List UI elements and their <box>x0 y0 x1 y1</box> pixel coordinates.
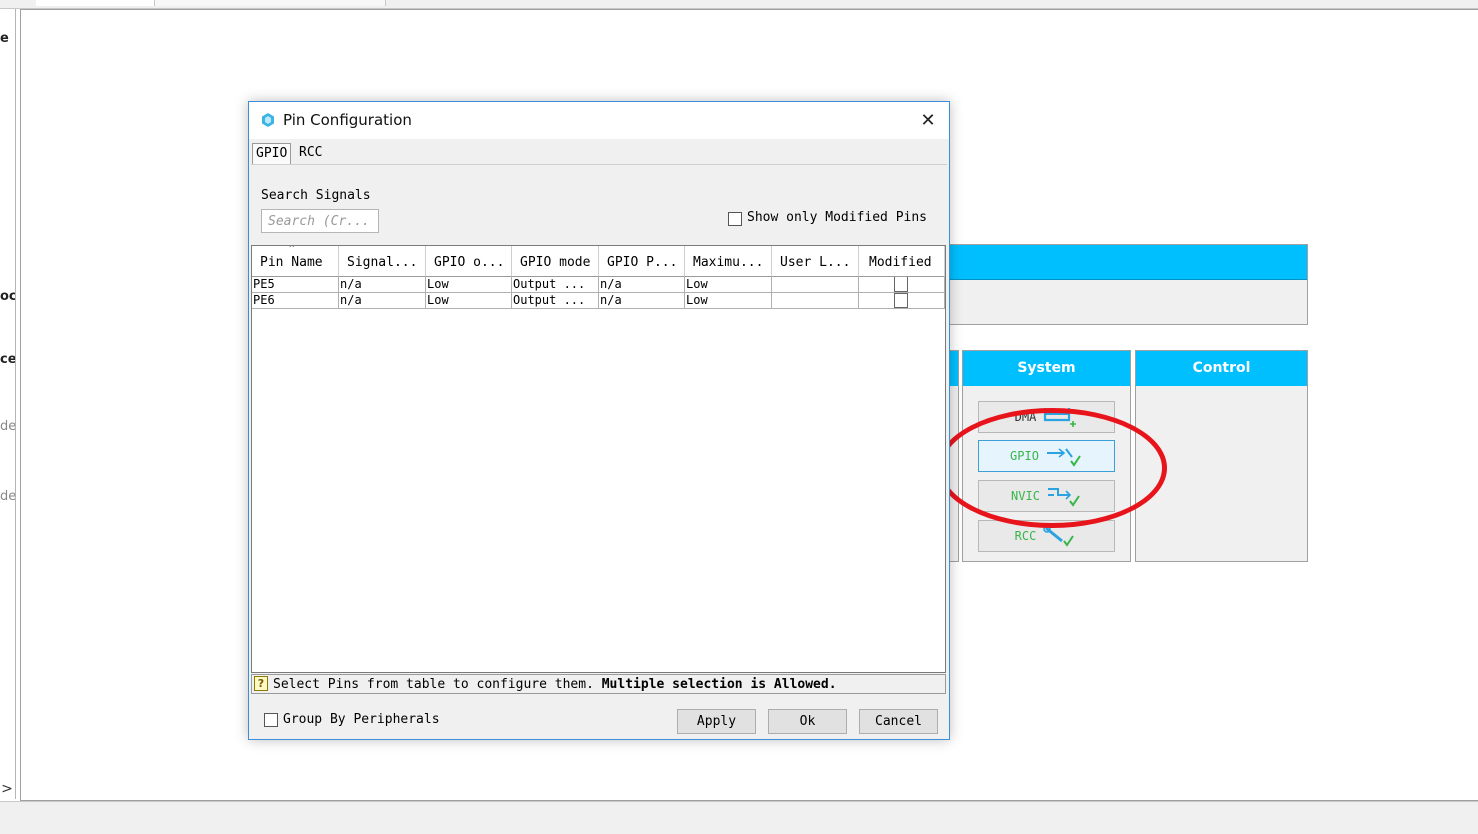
app-cube-icon <box>262 113 274 127</box>
nvic-icon <box>1047 488 1080 507</box>
column-header-modified[interactable]: Modified <box>859 246 945 277</box>
rcc-icon <box>1043 525 1075 547</box>
cell-user-label[interactable] <box>772 293 859 309</box>
gpio-icon <box>1046 448 1081 467</box>
status-bar <box>0 801 1478 834</box>
pin-configuration-dialog: Pin Configuration ✕ GPIO RCC Search Sign… <box>248 101 950 740</box>
cell-modified[interactable] <box>859 277 945 293</box>
editor-tab[interactable] <box>36 0 155 6</box>
cell-max-speed[interactable]: Low <box>685 277 772 293</box>
cancel-button[interactable]: Cancel <box>859 709 938 734</box>
mode-panel <box>946 244 1308 325</box>
cell-gpio-mode[interactable]: Output ... <box>512 277 599 293</box>
editor-tab-bar <box>0 0 1478 9</box>
left-panel-text: ce <box>0 352 16 367</box>
hint-text: Select Pins from table to configure them… <box>273 677 837 692</box>
column-header-max-speed[interactable]: Maximu... <box>685 246 772 277</box>
cell-pin-name[interactable]: PE5 <box>252 277 339 293</box>
dma-label: DMA <box>1014 410 1037 424</box>
scroll-right-arrow[interactable]: > <box>0 781 14 797</box>
dialog-title: Pin Configuration <box>283 111 412 129</box>
close-icon[interactable]: ✕ <box>913 107 943 135</box>
show-only-modified-checkbox[interactable] <box>728 212 742 226</box>
cell-signal[interactable]: n/a <box>339 277 426 293</box>
pin-table: ^ Pin Name Signal... GPIO o... GPIO mode… <box>251 245 946 673</box>
group-by-peripherals-label: Group By Peripherals <box>283 712 440 727</box>
column-header-signal[interactable]: Signal... <box>339 246 426 277</box>
category-system-header: System <box>963 351 1130 386</box>
tab-divider <box>251 164 947 165</box>
cell-gpio-mode[interactable]: Output ... <box>512 293 599 309</box>
cell-gpio-output[interactable]: Low <box>426 277 512 293</box>
left-panel-text: de <box>0 419 16 434</box>
search-signals-label: Search Signals <box>261 188 371 203</box>
sort-ascending-icon: ^ <box>289 246 295 254</box>
editor-tab[interactable] <box>155 0 386 6</box>
column-header-gpio-output[interactable]: GPIO o... <box>426 246 512 277</box>
tab-gpio[interactable]: GPIO <box>252 143 292 165</box>
apply-button[interactable]: Apply <box>677 709 756 734</box>
left-panel-text: e <box>0 31 9 46</box>
nvic-button[interactable]: NVIC <box>978 480 1115 512</box>
modified-checkbox[interactable] <box>894 277 908 292</box>
column-header-gpio-pull[interactable]: GPIO P... <box>599 246 685 277</box>
cell-signal[interactable]: n/a <box>339 293 426 309</box>
cell-gpio-pull[interactable]: n/a <box>599 277 685 293</box>
left-side-panel: e ocl ce de de <box>0 9 16 799</box>
cell-gpio-output[interactable]: Low <box>426 293 512 309</box>
show-only-modified-label: Show only Modified Pins <box>747 210 928 225</box>
category-control: Control <box>1135 350 1308 562</box>
ok-button[interactable]: Ok <box>768 709 847 734</box>
hint-bar: ? Select Pins from table to configure th… <box>251 674 946 694</box>
nvic-label: NVIC <box>1011 489 1040 503</box>
column-header-pin-name[interactable]: ^ Pin Name <box>252 246 339 277</box>
cell-pin-name[interactable]: PE6 <box>252 293 339 309</box>
dma-button[interactable]: DMA <box>978 401 1115 433</box>
dialog-titlebar[interactable]: Pin Configuration ✕ <box>249 102 949 139</box>
cell-gpio-pull[interactable]: n/a <box>599 293 685 309</box>
gpio-label: GPIO <box>1010 449 1039 463</box>
column-header-user-label[interactable]: User L... <box>772 246 859 277</box>
category-control-header: Control <box>1136 351 1307 386</box>
left-panel-text: ocl <box>0 289 16 304</box>
rcc-button[interactable]: RCC <box>978 520 1115 552</box>
mode-panel-header <box>947 245 1307 280</box>
group-by-peripherals-checkbox[interactable] <box>264 713 278 727</box>
tab-rcc[interactable]: RCC <box>296 143 325 165</box>
column-header-gpio-mode[interactable]: GPIO mode <box>512 246 599 277</box>
cell-user-label[interactable] <box>772 277 859 293</box>
help-question-icon: ? <box>254 676 268 691</box>
category-system: System DMA GPIO NVIC RCC <box>962 350 1131 562</box>
hint-bold-text: Multiple selection is Allowed. <box>601 677 837 692</box>
gpio-button[interactable]: GPIO <box>978 440 1115 472</box>
rcc-label: RCC <box>1014 529 1037 543</box>
dma-icon <box>1044 408 1077 427</box>
left-panel-text: de <box>0 489 16 504</box>
cell-max-speed[interactable]: Low <box>685 293 772 309</box>
modified-checkbox[interactable] <box>894 293 908 308</box>
cell-modified[interactable] <box>859 293 945 309</box>
search-signals-input[interactable] <box>261 209 379 233</box>
